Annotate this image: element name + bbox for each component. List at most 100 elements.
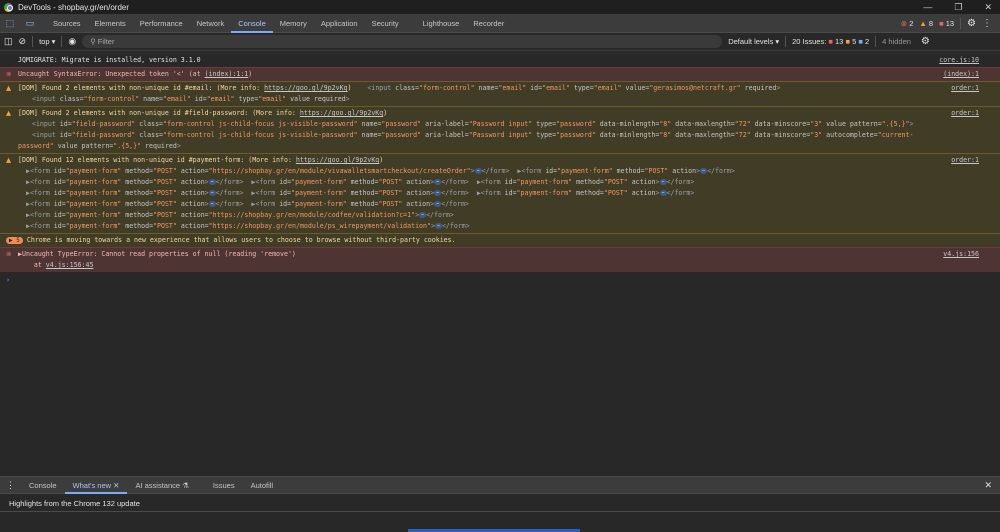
sidebar-toggle-icon[interactable]: ◫ [4,36,13,47]
attr-value: "8" [659,131,671,139]
clear-console-icon[interactable]: ⊘ [19,36,27,47]
issue-count[interactable]: ■ 13 [939,19,954,28]
tab-console[interactable]: Console [231,14,273,33]
message-text [18,222,26,230]
attr-name: method= [572,178,604,186]
source-link[interactable]: order:1 [951,108,979,119]
expand-ellipsis[interactable]: ⋯ [209,201,216,207]
expand-ellipsis[interactable]: ⋯ [435,223,442,229]
attr-value: "password" [381,120,421,128]
source-link[interactable]: order:1 [951,155,979,166]
drawer-tab-ai-assistance[interactable]: AI assistance ⚗ [127,477,196,494]
issues-button[interactable]: 20 Issues: ■ 13 ■ 5 ■ 2 [792,37,869,46]
html-tag: ▶<form [26,167,54,175]
attr-value: "POST" [153,167,177,175]
attr-value: "POST" [153,222,177,230]
attr-name: value= [622,84,650,92]
warning-icon: ▲ [6,155,11,166]
expand-ellipsis[interactable]: ⋯ [475,168,482,174]
tab-performance[interactable]: Performance [133,14,190,33]
warning-count[interactable]: ▲ 8 [919,19,933,28]
settings-gear-icon[interactable]: ⚙ [967,18,976,29]
attr-value: "payment-form" [291,178,347,186]
grouped-count-badge[interactable]: ▶ 5 [6,237,23,244]
filter-input[interactable]: ⚲ Filter [82,35,722,48]
console-prompt[interactable]: › [0,272,1000,286]
attr-name: id= [54,222,66,230]
source-link[interactable]: (index):1 [943,69,979,80]
drawer-tab-autofill[interactable]: Autofill [243,477,282,494]
tab-application[interactable]: Application [314,14,365,33]
html-tag: </form> ▶<form [216,178,280,186]
info-link[interactable]: https://goo.gl/9p2vKq [300,109,383,117]
error-count[interactable]: ⊗ 2 [901,19,914,28]
drawer-tab-console[interactable]: Console [21,477,65,494]
live-expression-eye-icon[interactable]: ◉ [68,36,76,47]
minimize-button[interactable]: — [923,2,932,13]
attr-value: "8" [659,120,671,128]
tab-lighthouse[interactable]: Lighthouse [416,14,467,33]
message-line: JQMIGRATE: Migrate is installed, version… [18,55,930,66]
attr-name: id= [505,189,517,197]
tab-security[interactable]: Security [365,14,406,33]
source-link[interactable]: core.js:10 [939,55,979,66]
expand-ellipsis[interactable]: ⋯ [660,179,667,185]
source-link[interactable]: order:1 [951,83,979,94]
attr-name: action [668,167,696,175]
attr-value: "email" [258,95,286,103]
device-toolbar-icon[interactable]: ▭ [20,18,40,29]
html-tag: <input [32,120,60,128]
more-menu-icon[interactable]: ⋮ [982,18,992,29]
log-levels-dropdown[interactable]: Default levels ▾ [728,37,779,46]
console-message: ▲order:1[DOM] Found 12 elements with non… [0,153,1000,233]
info-link[interactable]: (index):1:1 [205,70,249,78]
info-link[interactable]: v4.js:156:45 [46,261,94,269]
close-tab-icon[interactable]: ✕ [113,481,119,490]
message-line: ▶<form id="payment-form" method="POST" a… [18,188,930,199]
restore-button[interactable]: ❐ [954,2,962,13]
attr-name: class= [395,84,419,92]
inspect-element-icon[interactable]: ⬚ [0,18,20,29]
tab-recorder[interactable]: Recorder [466,14,511,33]
info-link[interactable]: https://goo.gl/9p2vKq [296,156,379,164]
attr-value: "Password input" [469,131,533,139]
tab-network[interactable]: Network [190,14,232,33]
message-text: Chrome is moving towards a new experienc… [27,236,456,244]
message-line: ▶<form id="payment-form" method="POST" a… [18,177,930,188]
expand-ellipsis[interactable]: ⋯ [209,179,216,185]
expand-ellipsis[interactable]: ⋯ [660,190,667,196]
attr-name: name= [358,131,382,139]
context-select[interactable]: top ▾ [39,37,55,46]
html-tag: </form> ▶<form [482,167,546,175]
attr-name: method= [121,211,153,219]
attr-value: "https://shopbay.gr/en/module/codfee/val… [209,211,415,219]
drawer-tab-issues[interactable]: Issues [205,477,243,494]
tab-sources[interactable]: Sources [46,14,88,33]
close-drawer-button[interactable]: ✕ [984,480,1000,491]
attr-name: id= [54,189,66,197]
tab-memory[interactable]: Memory [273,14,314,33]
message-text: ) [379,156,383,164]
attr-name: method= [347,189,379,197]
message-text [18,189,26,197]
attr-name: action [402,200,430,208]
message-text: ) [248,70,252,78]
source-link[interactable]: v4.js:156 [943,249,979,260]
info-link[interactable]: https://goo.gl/9p2vKq [264,84,347,92]
attr-name: method= [121,167,153,175]
attr-name: class= [135,120,163,128]
expand-ellipsis[interactable]: ⋯ [209,190,216,196]
tab-elements[interactable]: Elements [88,14,133,33]
attr-value: "payment-form" [517,178,573,186]
drawer-menu-icon[interactable]: ⋮ [0,480,21,491]
attr-name: value pattern= [54,142,114,150]
drawer-tab-whats-new[interactable]: What's new ✕ [65,477,128,494]
message-text [18,131,32,139]
attr-name: id= [60,131,72,139]
attr-name: method= [121,178,153,186]
console-settings-icon[interactable]: ⚙ [921,36,930,47]
close-window-button[interactable]: ✕ [984,2,992,13]
attr-name: id= [505,178,517,186]
attr-value: "payment-form" [66,178,122,186]
attr-value: "payment-form" [517,189,573,197]
